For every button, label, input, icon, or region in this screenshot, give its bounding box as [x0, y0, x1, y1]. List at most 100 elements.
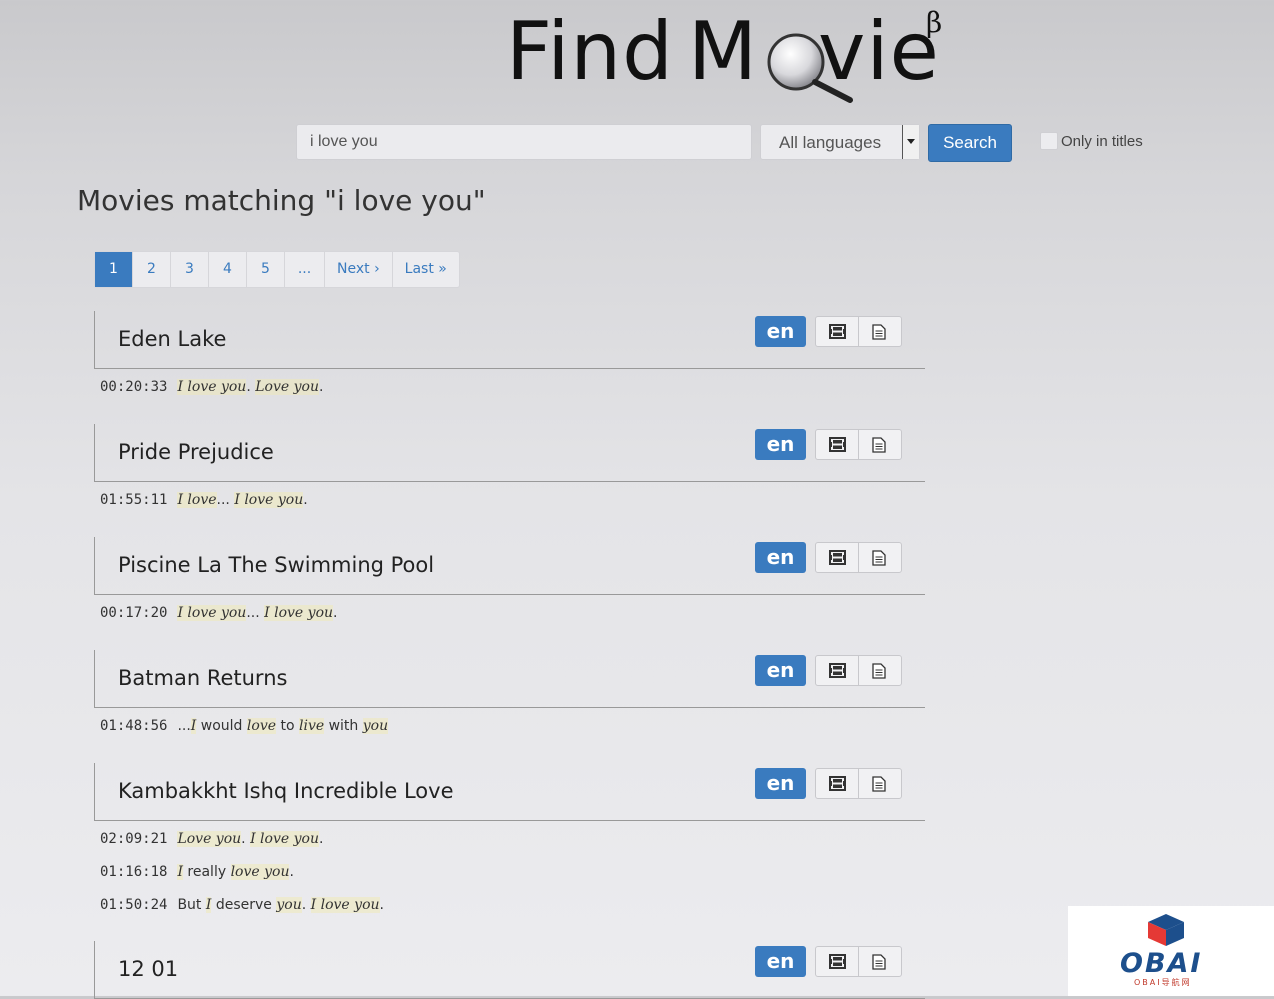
- quote-list: 00:20:33 I love you. Love you.: [94, 377, 925, 410]
- quote-timestamp: 01:55:11: [100, 492, 168, 508]
- highlighted-match: I love you: [177, 605, 247, 621]
- result-item: Eden Lake en 00:20:33 I love you. Love you.: [94, 311, 925, 410]
- result-action-buttons: [815, 542, 902, 573]
- result-action-buttons: [815, 946, 902, 977]
- quote-fragment: .: [318, 831, 324, 847]
- quote-row[interactable]: 01:48:56 ...I would love to live with you: [94, 716, 925, 749]
- quote-list: 01:48:56 ...I would love to live with you: [94, 716, 925, 749]
- result-header: Kambakkht Ishq Incredible Love en: [94, 763, 925, 821]
- quote-text: I love you. Love you.: [177, 379, 323, 395]
- page-3-link[interactable]: 3: [170, 252, 208, 287]
- only-in-titles-checkbox[interactable]: [1040, 132, 1058, 150]
- language-select[interactable]: All languages: [760, 124, 920, 160]
- highlighted-match: love you: [230, 864, 290, 880]
- site-logo[interactable]: Find M vie β: [506, 4, 956, 104]
- document-icon[interactable]: [858, 317, 901, 346]
- result-action-buttons: [815, 429, 902, 460]
- language-badge[interactable]: en: [755, 946, 806, 977]
- pagination: 1 2 3 4 5 ... Next › Last »: [94, 251, 460, 288]
- document-icon[interactable]: [858, 947, 901, 976]
- movie-title-link[interactable]: 12 01: [118, 957, 178, 981]
- film-icon[interactable]: [816, 769, 858, 798]
- quote-fragment: .: [318, 379, 324, 395]
- quote-text: ...I would love to live with you: [177, 718, 389, 734]
- page-1-link[interactable]: 1: [95, 252, 132, 287]
- quote-fragment: .: [379, 897, 384, 913]
- film-icon[interactable]: [816, 543, 858, 572]
- page-title: Movies matching "i love you": [77, 184, 486, 217]
- quote-timestamp: 00:17:20: [100, 605, 168, 621]
- quote-list: 01:55:11 I love... I love you.: [94, 490, 925, 523]
- language-badge[interactable]: en: [755, 655, 806, 686]
- search-button[interactable]: Search: [928, 124, 1012, 162]
- result-header: Batman Returns en: [94, 650, 925, 708]
- language-badge[interactable]: en: [755, 768, 806, 799]
- quote-fragment: .: [303, 492, 308, 508]
- highlighted-match: I love you: [177, 379, 247, 395]
- page-ellipsis: ...: [284, 252, 324, 287]
- only-in-titles-label[interactable]: Only in titles: [1061, 132, 1143, 152]
- film-icon[interactable]: [816, 317, 858, 346]
- quote-fragment: .: [246, 379, 256, 395]
- page-2-link[interactable]: 2: [132, 252, 170, 287]
- page-4-link[interactable]: 4: [208, 252, 246, 287]
- film-icon[interactable]: [816, 656, 858, 685]
- result-action-buttons: [815, 655, 902, 686]
- quote-timestamp: 01:16:18: [100, 864, 168, 880]
- language-badge[interactable]: en: [755, 316, 806, 347]
- quote-fragment: But: [177, 897, 206, 913]
- cube-logo-icon: [1148, 914, 1184, 946]
- quote-timestamp: 01:50:24: [100, 897, 168, 913]
- result-header: Pride Prejudice en: [94, 424, 925, 482]
- movie-title-link[interactable]: Pride Prejudice: [118, 440, 274, 464]
- quote-text: I love... I love you.: [177, 492, 308, 508]
- quote-fragment: .: [301, 897, 311, 913]
- result-item: Piscine La The Swimming Pool en 00:17:20 I …: [94, 537, 925, 636]
- document-icon[interactable]: [858, 769, 901, 798]
- quote-timestamp: 00:20:33: [100, 379, 168, 395]
- highlighted-match: love: [246, 718, 277, 734]
- highlighted-match: I love you: [234, 492, 304, 508]
- result-action-buttons: [815, 768, 902, 799]
- quote-row[interactable]: 00:17:20 I love you... I love you.: [94, 603, 925, 636]
- quote-row[interactable]: 01:50:24 But I deserve you. I love you.: [94, 895, 925, 928]
- language-badge[interactable]: en: [755, 429, 806, 460]
- quote-row[interactable]: 02:09:21 Love you. I love you.: [94, 829, 925, 862]
- quote-fragment: deserve: [211, 897, 277, 913]
- quote-fragment: .: [289, 864, 294, 880]
- search-input[interactable]: i love you: [296, 124, 752, 160]
- language-badge[interactable]: en: [755, 542, 806, 573]
- film-icon[interactable]: [816, 947, 858, 976]
- result-header: Eden Lake en: [94, 311, 925, 369]
- quote-text: Love you. I love you.: [177, 831, 323, 847]
- next-page-link[interactable]: Next ›: [324, 252, 392, 287]
- quote-fragment: with: [324, 718, 363, 734]
- highlighted-match: you: [362, 718, 389, 734]
- result-header: Piscine La The Swimming Pool en: [94, 537, 925, 595]
- movie-title-link[interactable]: Piscine La The Swimming Pool: [118, 553, 434, 577]
- quote-fragment: really: [182, 864, 231, 880]
- quote-fragment: to: [276, 718, 299, 734]
- document-icon[interactable]: [858, 656, 901, 685]
- page-5-link[interactable]: 5: [246, 252, 284, 287]
- movie-title-link[interactable]: Kambakkht Ishq Incredible Love: [118, 779, 454, 803]
- beta-badge: β: [926, 6, 943, 39]
- chevron-down-icon[interactable]: [902, 125, 919, 159]
- film-icon[interactable]: [816, 430, 858, 459]
- document-icon[interactable]: [858, 543, 901, 572]
- quote-fragment: ...: [246, 605, 265, 621]
- highlighted-match: live: [298, 718, 325, 734]
- quote-row[interactable]: 01:16:18 I really love you.: [94, 862, 925, 895]
- movie-title-link[interactable]: Eden Lake: [118, 327, 226, 351]
- watermark-brand: OBAI: [1120, 948, 1203, 979]
- logo-m-text: M: [688, 5, 759, 98]
- document-icon[interactable]: [858, 430, 901, 459]
- quote-row[interactable]: 01:55:11 I love... I love you.: [94, 490, 925, 523]
- quote-row[interactable]: 00:20:33 I love you. Love you.: [94, 377, 925, 410]
- result-item: Kambakkht Ishq Incredible Love en 02:09:21…: [94, 763, 925, 928]
- highlighted-match: you: [276, 897, 302, 913]
- movie-title-link[interactable]: Batman Returns: [118, 666, 287, 690]
- quote-text: I really love you.: [177, 864, 294, 880]
- quote-fragment: .: [241, 831, 251, 847]
- last-page-link[interactable]: Last »: [391, 252, 459, 287]
